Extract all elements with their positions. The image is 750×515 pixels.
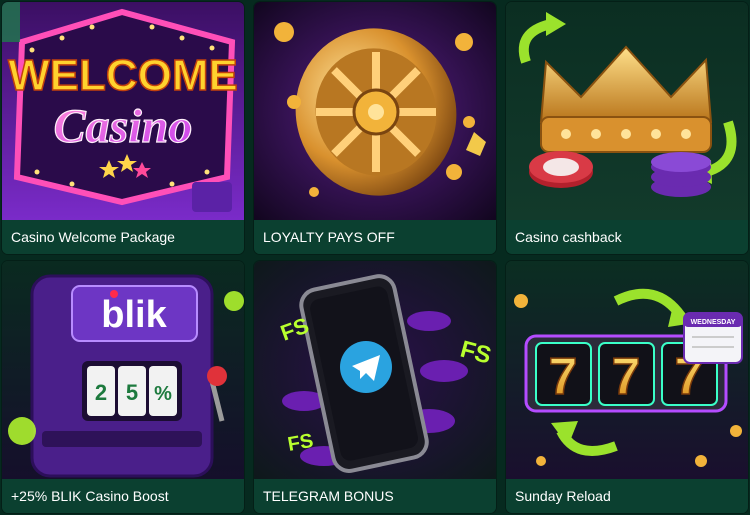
promo-title: LOYALTY PAYS OFF [254,220,496,254]
reel-seven-2: 7 [612,348,641,406]
promo-title: Casino Welcome Package [2,220,244,254]
promo-title: +25% BLIK Casino Boost [2,479,244,513]
calendar-day-label: WEDNESDAY [691,319,736,326]
neon-sign-icon: WELCOME Casino [2,2,244,220]
promo-image-sunday: 7 7 7 WEDNESDAY [506,261,748,479]
promo-title: Casino cashback [506,220,748,254]
promo-card-telegram-bonus[interactable]: FS FS FS TELEGRAM BONUS [254,261,496,513]
art-text-casino: Casino [54,100,193,153]
art-text-fs-3: FS [286,430,315,456]
promo-image-welcome: WELCOME Casino [2,2,244,220]
promo-card-cashback[interactable]: Casino cashback [506,2,748,254]
reel-seven-1: 7 [549,348,578,406]
promo-title: Sunday Reload [506,479,748,513]
promo-card-sunday-reload[interactable]: 7 7 7 WEDNESDAY Sunday Reload [506,261,748,513]
promo-card-welcome-package[interactable]: WELCOME Casino Casino Welcome Package [2,2,244,254]
promo-title: TELEGRAM BONUS [254,479,496,513]
art-text-blik: blik [101,294,167,336]
promo-card-loyalty[interactable]: LOYALTY PAYS OFF [254,2,496,254]
crown-icon [506,2,748,220]
reel-digit-1: 2 [95,380,107,405]
calendar-icon: WEDNESDAY [683,312,743,364]
promotions-grid: WELCOME Casino Casino Welcome Package LO… [0,0,750,515]
reel-digit-2: 5 [126,380,138,405]
slot-machine-icon: blik 2 5 % [2,261,244,479]
reel-percent: % [154,383,172,405]
promo-image-loyalty [254,2,496,220]
promo-image-cashback [506,2,748,220]
promo-image-telegram: FS FS FS [254,261,496,479]
promo-card-blik-boost[interactable]: blik 2 5 % +25% BLIK Casino Boost [2,261,244,513]
reels-777-icon: 7 7 7 WEDNESDAY [506,261,748,479]
promo-image-blik: blik 2 5 % [2,261,244,479]
vault-wheel-icon [254,2,496,220]
telegram-phone-art: FS FS FS [254,261,496,479]
art-text-welcome: WELCOME [8,51,238,100]
